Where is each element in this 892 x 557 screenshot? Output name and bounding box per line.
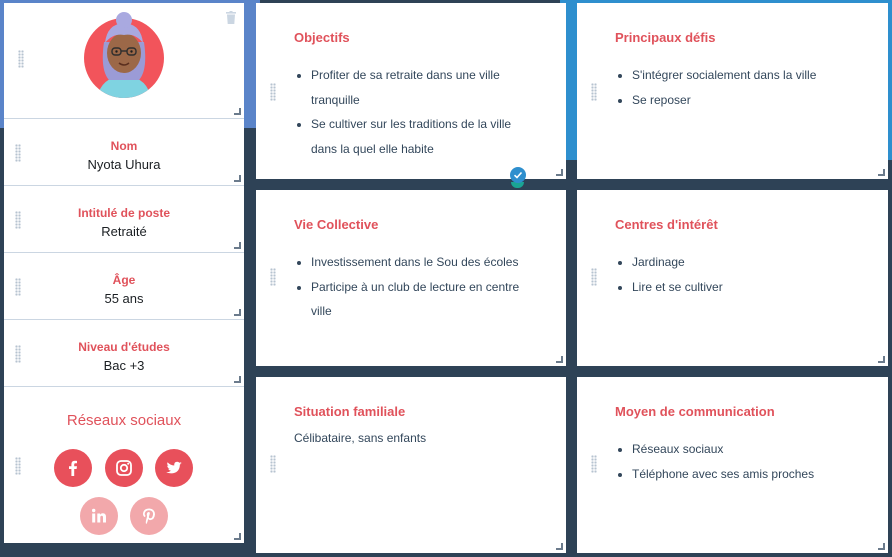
- drag-handle-icon[interactable]: [15, 211, 21, 229]
- trash-icon[interactable]: [226, 11, 236, 24]
- card-objectifs[interactable]: Objectifs Profiter de sa retraite dans u…: [256, 3, 566, 179]
- avatar-section[interactable]: [4, 3, 244, 119]
- field-label: Âge: [112, 273, 136, 287]
- field-value: Nyota Uhura: [87, 157, 161, 172]
- card-text: Célibataire, sans enfants: [294, 431, 427, 445]
- list-item: Investissement dans le Sou des écoles: [311, 250, 521, 275]
- card-title: Situation familiale: [294, 404, 406, 419]
- card-title: Vie Collective: [294, 217, 379, 232]
- resize-handle-icon[interactable]: [878, 356, 885, 363]
- drag-handle-icon[interactable]: [15, 457, 21, 475]
- pinterest-icon[interactable]: [130, 497, 168, 535]
- list-item: Téléphone avec ses amis proches: [632, 462, 842, 487]
- card-situation-familiale[interactable]: Situation familiale Célibataire, sans en…: [256, 377, 566, 553]
- field-label: Intitulé de poste: [77, 206, 170, 220]
- resize-handle-icon[interactable]: [556, 543, 563, 550]
- card-title: Principaux défis: [615, 30, 716, 45]
- list-item: Réseaux sociaux: [632, 437, 842, 462]
- drag-handle-icon[interactable]: [270, 455, 276, 473]
- list-item: Profiter de sa retraite dans une ville t…: [311, 63, 521, 112]
- resize-handle-icon[interactable]: [234, 376, 241, 383]
- list-item: Participe à un club de lecture en centre…: [311, 275, 521, 324]
- resize-handle-icon[interactable]: [556, 356, 563, 363]
- card-centres-interet[interactable]: Centres d'intérêt Jardinage Lire et se c…: [577, 190, 888, 366]
- card-vie-collective[interactable]: Vie Collective Investissement dans le So…: [256, 190, 566, 366]
- drag-handle-icon[interactable]: [591, 455, 597, 473]
- card-list: Réseaux sociaux Téléphone avec ses amis …: [615, 437, 842, 486]
- drag-handle-icon[interactable]: [591, 83, 597, 101]
- card-list: Investissement dans le Sou des écoles Pa…: [294, 250, 521, 324]
- card-title: Centres d'intérêt: [615, 217, 718, 232]
- field-value: Bac +3: [103, 358, 145, 373]
- resize-handle-icon[interactable]: [878, 543, 885, 550]
- card-list: S'intégrer socialement dans la ville Se …: [615, 63, 842, 112]
- persona-profile-column: Nom Nyota Uhura Intitulé de poste Retrai…: [4, 3, 244, 543]
- field-age[interactable]: Âge 55 ans: [4, 253, 244, 320]
- list-item: Lire et se cultiver: [632, 275, 842, 300]
- card-moyen-communication[interactable]: Moyen de communication Réseaux sociaux T…: [577, 377, 888, 553]
- resize-handle-icon[interactable]: [234, 108, 241, 115]
- check-icon: [510, 167, 526, 183]
- field-name[interactable]: Nom Nyota Uhura: [4, 119, 244, 186]
- list-item: S'intégrer socialement dans la ville: [632, 63, 842, 88]
- drag-handle-icon[interactable]: [18, 50, 24, 68]
- card-principaux-defis[interactable]: Principaux défis S'intégrer socialement …: [577, 3, 888, 179]
- card-title: Objectifs: [294, 30, 350, 45]
- field-label: Nom: [110, 139, 138, 153]
- list-item: Se cultiver sur les traditions de la vil…: [311, 112, 521, 161]
- social-networks-title: Réseaux sociaux: [66, 412, 182, 429]
- card-list: Profiter de sa retraite dans une ville t…: [294, 63, 521, 161]
- resize-handle-icon[interactable]: [234, 533, 241, 540]
- social-networks-section[interactable]: Réseaux sociaux: [4, 387, 244, 543]
- drag-handle-icon[interactable]: [270, 83, 276, 101]
- twitter-icon[interactable]: [155, 449, 193, 487]
- drag-handle-icon[interactable]: [15, 144, 21, 162]
- list-item: Se reposer: [632, 88, 842, 113]
- resize-handle-icon[interactable]: [556, 169, 563, 176]
- facebook-icon[interactable]: [54, 449, 92, 487]
- field-job-title[interactable]: Intitulé de poste Retraité: [4, 186, 244, 253]
- list-item: Jardinage: [632, 250, 842, 275]
- linkedin-icon[interactable]: [80, 497, 118, 535]
- resize-handle-icon[interactable]: [234, 175, 241, 182]
- card-title: Moyen de communication: [615, 404, 775, 419]
- drag-handle-icon[interactable]: [270, 268, 276, 286]
- field-value: Retraité: [101, 224, 147, 239]
- card-list: Jardinage Lire et se cultiver: [615, 250, 842, 299]
- drag-handle-icon[interactable]: [15, 278, 21, 296]
- drag-handle-icon[interactable]: [591, 268, 597, 286]
- resize-handle-icon[interactable]: [234, 242, 241, 249]
- field-label: Niveau d'études: [78, 340, 170, 354]
- field-value: 55 ans: [104, 291, 144, 306]
- drag-handle-icon[interactable]: [15, 345, 21, 363]
- resize-handle-icon[interactable]: [234, 309, 241, 316]
- avatar: [84, 12, 164, 98]
- resize-handle-icon[interactable]: [878, 169, 885, 176]
- field-education[interactable]: Niveau d'études Bac +3: [4, 320, 244, 387]
- instagram-icon[interactable]: [105, 449, 143, 487]
